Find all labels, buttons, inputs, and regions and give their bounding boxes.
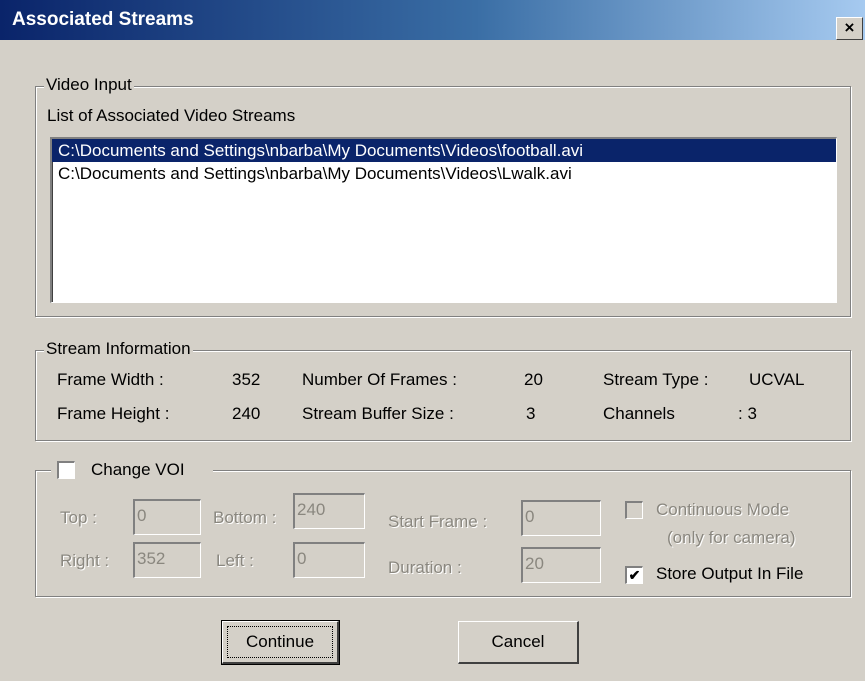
- left-input[interactable]: 0: [293, 542, 365, 578]
- left-label: Left :: [216, 551, 254, 570]
- bottom-label: Bottom :: [213, 508, 277, 527]
- store-output-checkbox[interactable]: ✔: [625, 566, 643, 584]
- stream-type-value: UCVAL: [749, 370, 805, 389]
- stream-list[interactable]: C:\Documents and Settings\nbarba\My Docu…: [50, 137, 837, 303]
- store-output-label: Store Output In File: [656, 564, 804, 583]
- continuous-mode-checkbox[interactable]: [625, 501, 643, 519]
- change-voi-label: Change VOI: [91, 460, 185, 479]
- video-input-legend: Video Input: [44, 75, 134, 95]
- list-item[interactable]: C:\Documents and Settings\nbarba\My Docu…: [52, 162, 836, 185]
- frame-width-value: 352: [232, 370, 261, 389]
- buffer-size-value: 3: [526, 404, 536, 423]
- num-frames-value: 20: [524, 370, 543, 389]
- right-input[interactable]: 352: [133, 542, 201, 578]
- start-frame-input[interactable]: 0: [521, 500, 601, 536]
- top-label: Top :: [60, 508, 97, 527]
- duration-input[interactable]: 20: [521, 547, 601, 583]
- stream-info-legend: Stream Information: [44, 339, 193, 359]
- num-frames-label: Number Of Frames :: [302, 370, 457, 389]
- change-voi-option[interactable]: Change VOI: [51, 458, 213, 482]
- cancel-button[interactable]: Cancel: [458, 621, 579, 664]
- title-bar: Associated Streams ×: [0, 0, 865, 40]
- close-icon: ×: [844, 18, 855, 37]
- start-frame-label: Start Frame :: [388, 512, 488, 531]
- frame-height-value: 240: [232, 404, 261, 423]
- close-button[interactable]: ×: [836, 17, 863, 40]
- stream-info-group: Stream Information: [35, 339, 851, 441]
- channels-label: Channels: [603, 404, 675, 423]
- continuous-mode-sublabel: (only for camera): [667, 528, 796, 547]
- duration-label: Duration :: [388, 558, 462, 577]
- frame-width-label: Frame Width :: [57, 370, 164, 389]
- top-input[interactable]: 0: [133, 499, 201, 535]
- bottom-input[interactable]: 240: [293, 493, 365, 529]
- checkmark-icon: ✔: [628, 567, 641, 583]
- window-title: Associated Streams: [12, 9, 194, 30]
- channels-value: : 3: [738, 404, 757, 423]
- right-label: Right :: [60, 551, 110, 570]
- cancel-label: Cancel: [491, 632, 545, 651]
- list-item[interactable]: C:\Documents and Settings\nbarba\My Docu…: [52, 139, 836, 162]
- stream-list-label: List of Associated Video Streams: [47, 106, 296, 125]
- buffer-size-label: Stream Buffer Size :: [302, 404, 454, 423]
- continuous-mode-label: Continuous Mode: [656, 500, 790, 519]
- change-voi-checkbox[interactable]: [57, 461, 75, 479]
- stream-type-label: Stream Type :: [603, 370, 709, 389]
- continue-button[interactable]: Continue: [221, 620, 340, 665]
- frame-height-label: Frame Height :: [57, 404, 170, 423]
